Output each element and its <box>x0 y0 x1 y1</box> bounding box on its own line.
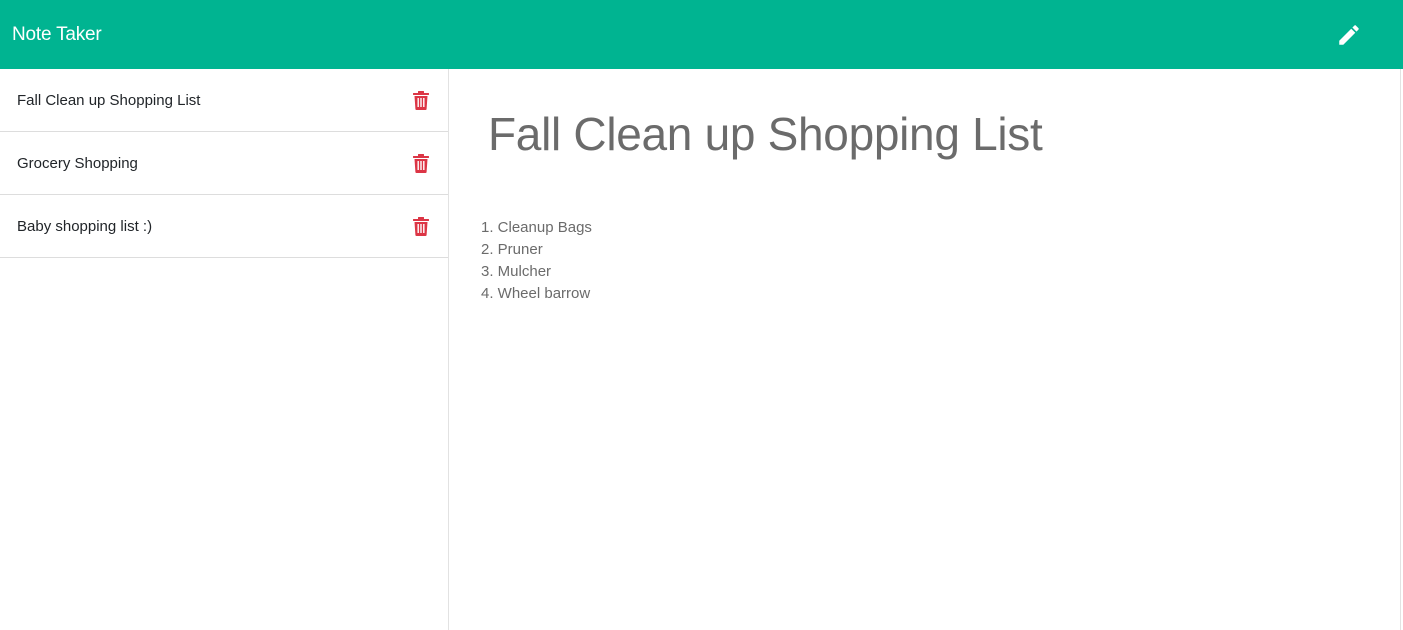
note-editor: Fall Clean up Shopping List 1. Cleanup B… <box>450 69 1401 630</box>
navbar: Note Taker <box>0 0 1403 69</box>
note-text-display[interactable]: 1. Cleanup Bags 2. Pruner 3. Mulcher 4. … <box>481 217 592 305</box>
note-line: 3. Mulcher <box>481 263 552 280</box>
list-item[interactable]: Fall Clean up Shopping List <box>0 69 448 132</box>
note-line: 1. Cleanup Bags <box>481 219 592 236</box>
note-title[interactable]: Grocery Shopping <box>17 155 138 172</box>
note-line: 2. Pruner <box>481 241 543 258</box>
pencil-icon[interactable] <box>1332 18 1366 52</box>
note-line: 4. Wheel barrow <box>481 285 591 302</box>
note-list: Fall Clean up Shopping List Grocery Shop… <box>0 69 448 258</box>
trash-icon[interactable] <box>412 153 430 173</box>
note-sidebar: Fall Clean up Shopping List Grocery Shop… <box>0 69 449 630</box>
note-title-display[interactable]: Fall Clean up Shopping List <box>488 107 1043 161</box>
list-item[interactable]: Grocery Shopping <box>0 132 448 195</box>
trash-icon[interactable] <box>412 90 430 110</box>
trash-icon[interactable] <box>412 216 430 236</box>
list-item[interactable]: Baby shopping list :) <box>0 195 448 258</box>
note-title[interactable]: Baby shopping list :) <box>17 218 152 235</box>
app-title[interactable]: Note Taker <box>12 24 102 46</box>
note-title[interactable]: Fall Clean up Shopping List <box>17 92 200 109</box>
